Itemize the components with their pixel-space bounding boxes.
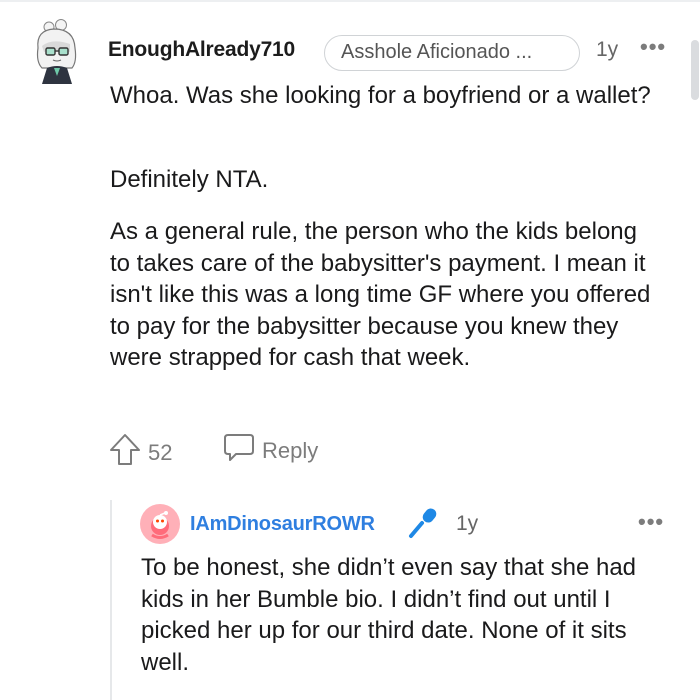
microphone-icon	[407, 506, 441, 540]
comment-age: 1y	[596, 38, 619, 61]
reply-text: To be honest, she didn’t even say that s…	[141, 554, 637, 676]
reply-icon	[222, 432, 256, 470]
comment-author[interactable]: EnoughAlready710	[108, 38, 295, 62]
more-options-icon[interactable]: •••	[640, 34, 666, 60]
top-divider	[0, 0, 700, 2]
reply-age: 1y	[456, 512, 479, 535]
reply-label: Reply	[262, 438, 319, 463]
upvote-icon[interactable]	[108, 432, 142, 474]
user-avatar[interactable]	[32, 18, 84, 88]
upvote-count: 52	[148, 440, 173, 465]
user-flair: Asshole Aficionado ...	[324, 35, 580, 71]
upvote-button[interactable]: 52	[108, 432, 172, 474]
reply-author[interactable]: IAmDinosaurROWR	[190, 513, 375, 536]
thread-line[interactable]	[110, 500, 112, 700]
reply-user-avatar[interactable]	[140, 504, 180, 544]
comment-paragraph: Definitely NTA.	[110, 166, 269, 193]
comment-paragraph: Whoa. Was she looking for a boyfriend or…	[110, 82, 651, 109]
reply-button[interactable]: Reply	[222, 432, 318, 470]
reply-more-options-icon[interactable]: •••	[638, 509, 664, 535]
scrollbar-thumb[interactable]	[691, 40, 699, 100]
scrollbar[interactable]	[688, 30, 700, 450]
comment-paragraph: As a general rule, the person who the ki…	[110, 218, 651, 371]
